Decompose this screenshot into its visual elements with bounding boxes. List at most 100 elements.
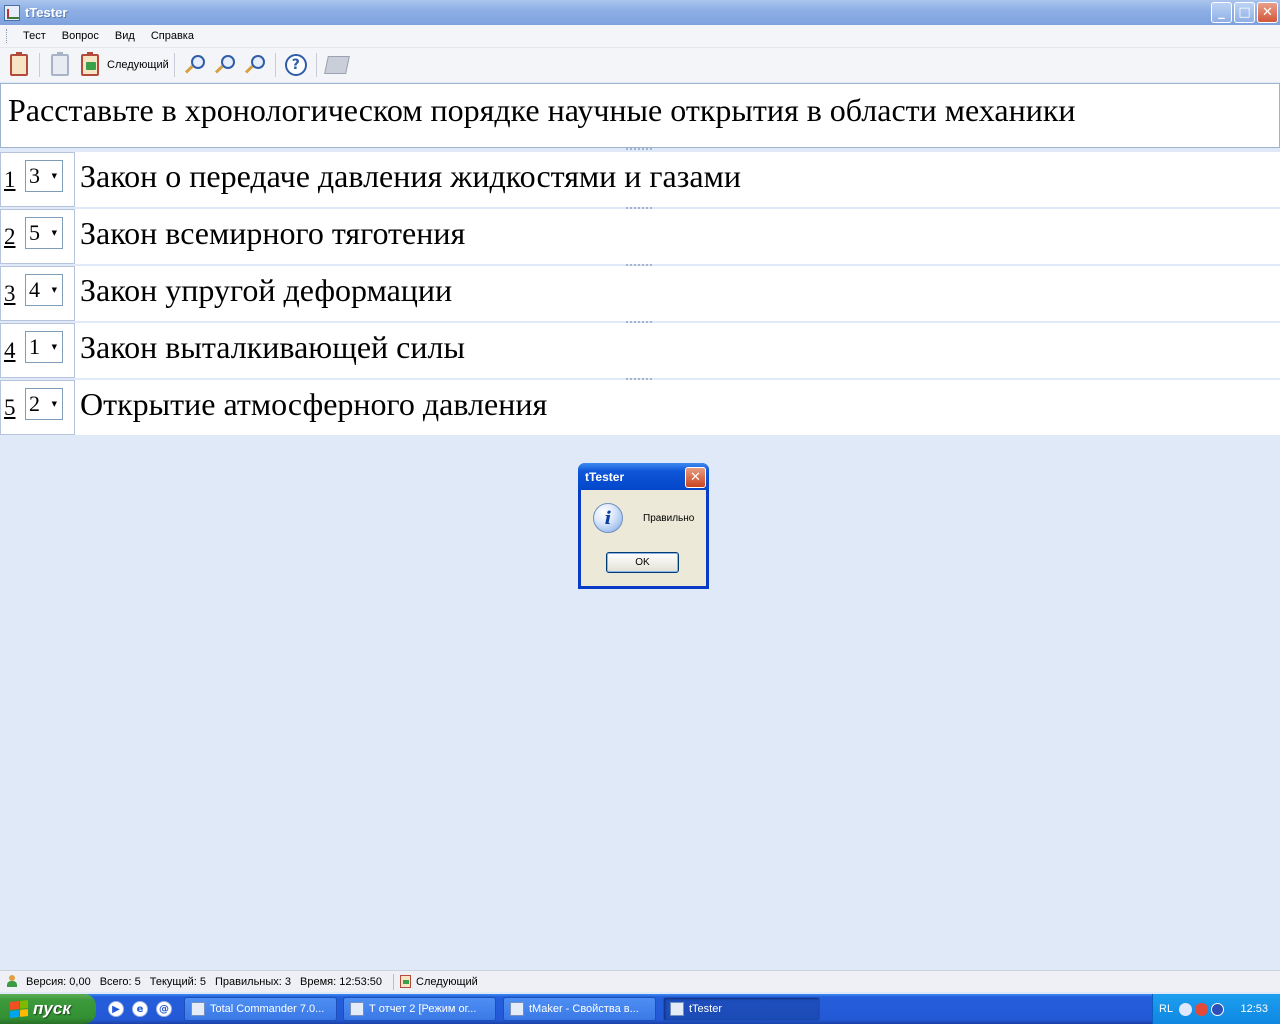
next-button[interactable]: [77, 52, 103, 78]
language-indicator[interactable]: RL: [1159, 1003, 1173, 1015]
calculator-button[interactable]: [323, 52, 350, 78]
zoom-reset-button[interactable]: [242, 52, 268, 78]
answer-text: Закон о передаче давления жидкостями и г…: [80, 158, 741, 194]
calculator-icon: [323, 56, 350, 74]
message-dialog: tTester ✕ i Правильно OK: [578, 463, 709, 589]
next-button-label[interactable]: Следующий: [107, 59, 169, 71]
clipboard-next-icon: [400, 975, 412, 988]
status-separator: [393, 973, 395, 990]
dialog-message: Правильно: [643, 513, 695, 524]
zoom-icon: [244, 55, 265, 75]
answer-number: 5: [4, 395, 16, 420]
menu-grip: [6, 29, 9, 43]
task-ttester[interactable]: tTester: [663, 997, 820, 1021]
menu-test[interactable]: Тест: [15, 28, 54, 44]
order-select[interactable]: 4 ▼: [25, 274, 63, 306]
ttester-icon: [670, 1002, 684, 1016]
question-panel: Расставьте в хронологическом порядке нау…: [0, 83, 1280, 148]
zoom-out-icon: [214, 55, 235, 75]
status-version: Версия: 0,00: [26, 975, 91, 988]
answer-number-cell: 5 2 ▼: [0, 380, 75, 435]
answer-text: Закон выталкивающей силы: [80, 329, 465, 365]
clipboard-back-icon: [51, 52, 69, 76]
total-commander-icon: [191, 1002, 205, 1016]
media-player-icon[interactable]: ▶: [108, 1001, 124, 1017]
minimize-button[interactable]: _: [1211, 2, 1232, 23]
order-select-value: 2: [29, 391, 40, 416]
toolbar-separator: [39, 53, 40, 77]
maximize-button[interactable]: □: [1234, 2, 1255, 23]
answer-number-cell: 3 4 ▼: [0, 266, 75, 321]
toolbar-separator: [315, 53, 317, 77]
answer-row: 4 1 ▼ Закон выталкивающей силы: [0, 323, 1280, 378]
answer-number: 1: [4, 167, 16, 192]
answer-number: 3: [4, 281, 16, 306]
answer-number-cell: 4 1 ▼: [0, 323, 75, 378]
question-text: Расставьте в хронологическом порядке нау…: [8, 92, 1076, 128]
status-current: Текущий: 5: [149, 975, 207, 988]
order-select[interactable]: 1 ▼: [25, 331, 63, 363]
zoom-in-icon: [184, 55, 205, 75]
window-title: tTester: [25, 5, 68, 20]
answer-text: Открытие атмосферного давления: [80, 386, 548, 422]
dialog-title: tTester: [585, 470, 625, 484]
info-icon: i: [593, 503, 623, 533]
dialog-close-button[interactable]: ✕: [685, 467, 706, 488]
tray-expand-icon[interactable]: [1179, 1002, 1193, 1016]
toolbar: Следующий ?: [0, 48, 1280, 82]
status-correct: Правильных: 3: [215, 975, 292, 988]
menu-bar: Тест Вопрос Вид Справка: [0, 25, 1280, 48]
status-time: Время: 12:53:50: [300, 975, 383, 988]
chevron-down-icon: ▼: [51, 286, 57, 294]
answer-number-cell: 2 5 ▼: [0, 209, 75, 264]
system-tray: RL 12:53: [1152, 994, 1280, 1024]
answer-row: 1 3 ▼ Закон о передаче давления жидкостя…: [0, 152, 1280, 207]
answer-row: 3 4 ▼ Закон упругой деформации: [0, 266, 1280, 321]
answer-text: Закон упругой деформации: [80, 272, 453, 308]
order-select[interactable]: 2 ▼: [25, 388, 63, 420]
task-label: Т отчет 2 [Режим ог...: [369, 1003, 477, 1015]
splitter-handle[interactable]: [626, 148, 652, 150]
task-word-document[interactable]: Т отчет 2 [Режим ог...: [343, 997, 496, 1021]
internet-explorer-icon[interactable]: e: [132, 1001, 148, 1017]
order-select-value: 5: [29, 220, 40, 245]
quick-launch: ▶ e @: [108, 1001, 172, 1017]
toolbar-separator: [274, 53, 276, 77]
order-select-value: 4: [29, 277, 40, 302]
order-select-value: 3: [29, 163, 40, 188]
clipboard-next-icon: [81, 52, 99, 76]
start-button[interactable]: пуск: [0, 994, 96, 1024]
chevron-down-icon: ▼: [51, 400, 57, 408]
menu-view[interactable]: Вид: [107, 28, 143, 44]
outlook-express-icon[interactable]: @: [156, 1001, 172, 1017]
previous-button[interactable]: [47, 52, 73, 78]
zoom-out-button[interactable]: [212, 52, 238, 78]
order-select-value: 1: [29, 334, 40, 359]
window-controls: _ □ ✕: [1211, 2, 1278, 23]
order-select[interactable]: 3 ▼: [25, 160, 63, 192]
answer-number-cell: 1 3 ▼: [0, 152, 75, 207]
status-next[interactable]: Следующий: [416, 976, 478, 988]
taskbar: пуск ▶ e @ Total Commander 7.0... Т отче…: [0, 994, 1280, 1024]
chevron-down-icon: ▼: [51, 343, 57, 351]
task-total-commander[interactable]: Total Commander 7.0...: [184, 997, 337, 1021]
status-bar: Версия: 0,00 Всего: 5 Текущий: 5 Правиль…: [0, 970, 1280, 992]
network-icon[interactable]: [1195, 1002, 1209, 1016]
ok-button[interactable]: OK: [606, 552, 679, 573]
toolbar-separator: [173, 53, 175, 77]
close-button[interactable]: ✕: [1257, 2, 1278, 23]
task-tmaker[interactable]: tMaker - Свойства в...: [503, 997, 656, 1021]
task-label: tTester: [689, 1003, 723, 1015]
clipboard-check-icon: [10, 52, 28, 76]
zoom-in-button[interactable]: [182, 52, 208, 78]
help-icon: ?: [284, 54, 307, 76]
dialog-title-bar[interactable]: tTester ✕: [578, 463, 709, 490]
start-label: пуск: [33, 999, 71, 1018]
help-button[interactable]: ?: [283, 52, 309, 78]
order-select[interactable]: 5 ▼: [25, 217, 63, 249]
menu-question[interactable]: Вопрос: [54, 28, 107, 44]
test-list-button[interactable]: [6, 52, 32, 78]
bluetooth-icon[interactable]: [1211, 1002, 1225, 1016]
menu-help[interactable]: Справка: [143, 28, 202, 44]
task-label: Total Commander 7.0...: [210, 1003, 325, 1015]
